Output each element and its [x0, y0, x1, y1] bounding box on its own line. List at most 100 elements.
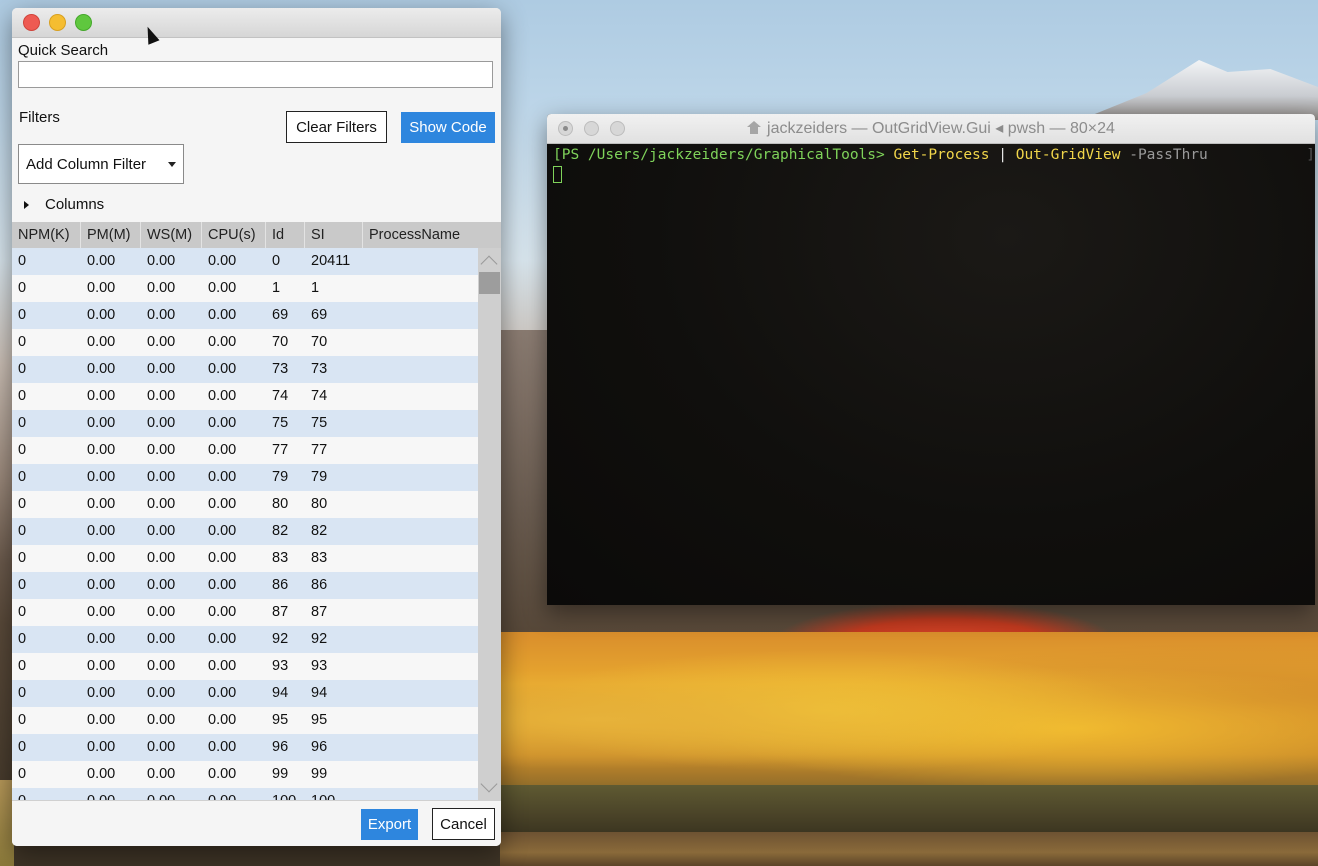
cell-id: 74 — [272, 388, 289, 404]
cell-processname — [363, 248, 478, 275]
table-row[interactable]: 0 0.00 0.00 0.00 86 86 — [12, 572, 478, 599]
scrollbar-thumb[interactable] — [479, 272, 500, 294]
cell-si: 70 — [311, 334, 328, 350]
cell-processname — [363, 302, 478, 329]
cell-id: 96 — [272, 739, 289, 755]
show-code-button[interactable]: Show Code — [401, 112, 495, 143]
cell-pm: 0.00 — [87, 307, 116, 323]
export-button[interactable]: Export — [361, 809, 418, 840]
table-row[interactable]: 0 0.00 0.00 0.00 82 82 — [12, 518, 478, 545]
prompt-line: [PS /Users/jackzeiders/GraphicalTools> G… — [553, 147, 1208, 163]
cell-npm: 0 — [18, 253, 27, 269]
cell-npm: 0 — [18, 685, 27, 701]
column-header-id[interactable]: Id — [266, 222, 305, 248]
grid-scrollbar[interactable] — [478, 248, 501, 800]
columns-expander-label[interactable]: Columns — [45, 196, 104, 213]
cancel-button[interactable]: Cancel — [432, 808, 495, 840]
clear-filters-button[interactable]: Clear Filters — [286, 111, 387, 143]
column-header-si[interactable]: SI — [305, 222, 363, 248]
cell-processname — [363, 491, 478, 518]
cell-npm: 0 — [18, 307, 27, 323]
table-row[interactable]: 0 0.00 0.00 0.00 75 75 — [12, 410, 478, 437]
table-row[interactable]: 0 0.00 0.00 0.00 93 93 — [12, 653, 478, 680]
table-row[interactable]: 0 0.00 0.00 0.00 83 83 — [12, 545, 478, 572]
table-row[interactable]: 0 0.00 0.00 0.00 73 73 — [12, 356, 478, 383]
cell-processname — [363, 599, 478, 626]
cell-processname — [363, 383, 478, 410]
scroll-down-icon[interactable] — [480, 775, 498, 793]
cell-si: 1 — [311, 280, 320, 296]
cell-ws: 0.00 — [147, 280, 176, 296]
cell-cpu: 0.00 — [208, 712, 237, 728]
cell-si: 69 — [311, 307, 328, 323]
table-row[interactable]: 0 0.00 0.00 0.00 70 70 — [12, 329, 478, 356]
cell-si: 80 — [311, 496, 328, 512]
cell-cpu: 0.00 — [208, 307, 237, 323]
table-row[interactable]: 0 0.00 0.00 0.00 96 96 — [12, 734, 478, 761]
pipe-operator: | — [998, 147, 1007, 163]
quick-search-input[interactable] — [18, 61, 493, 88]
cell-pm: 0.00 — [87, 631, 116, 647]
cell-pm: 0.00 — [81, 788, 141, 800]
cell-pm: 0.00 — [87, 442, 116, 458]
cell-pm: 0.00 — [87, 550, 116, 566]
maximize-window-button[interactable] — [75, 14, 92, 31]
cell-id: 79 — [272, 469, 289, 485]
table-row[interactable]: 0 0.00 0.00 0.00 92 92 — [12, 626, 478, 653]
terminal-titlebar[interactable]: jackzeiders — OutGridView.Gui ◂ pwsh — 8… — [547, 114, 1315, 144]
table-row[interactable]: 0 0.00 0.00 0.00 0 20411 — [12, 248, 478, 275]
cell-cpu: 0.00 — [208, 604, 237, 620]
table-row[interactable]: 0 0.00 0.00 0.00 69 69 — [12, 302, 478, 329]
cell-pm: 0.00 — [87, 388, 116, 404]
column-header-pm[interactable]: PM(M) — [81, 222, 141, 248]
out-gridview-window: Quick Search Filters Clear Filters Show … — [12, 8, 501, 846]
table-row[interactable]: 0 0.00 0.00 0.00 74 74 — [12, 383, 478, 410]
scroll-up-icon[interactable] — [480, 255, 498, 273]
cell-ws: 0.00 — [147, 388, 176, 404]
terminal-cursor — [553, 166, 562, 183]
filters-label: Filters — [19, 109, 60, 126]
cell-si: 93 — [311, 658, 328, 674]
cell-id: 69 — [272, 307, 289, 323]
close-window-button[interactable] — [23, 14, 40, 31]
column-header-ws[interactable]: WS(M) — [141, 222, 202, 248]
cell-ws: 0.00 — [147, 307, 176, 323]
cell-cpu: 0.00 — [208, 280, 237, 296]
cell-processname — [363, 518, 478, 545]
cell-processname — [363, 437, 478, 464]
table-row[interactable]: 0 0.00 0.00 0.00 87 87 — [12, 599, 478, 626]
cell-processname — [363, 545, 478, 572]
cell-pm: 0.00 — [87, 523, 116, 539]
cell-id: 87 — [272, 604, 289, 620]
table-row[interactable]: 0 0.00 0.00 0.00 77 77 — [12, 437, 478, 464]
cell-si: 79 — [311, 469, 328, 485]
prompt-path: PS /Users/jackzeiders/GraphicalTools> — [561, 147, 885, 163]
command-get-process: Get-Process — [893, 147, 990, 163]
column-header-processname[interactable]: ProcessName — [363, 222, 501, 248]
column-header-npm[interactable]: NPM(K) — [12, 222, 81, 248]
disclosure-triangle-icon[interactable] — [24, 201, 29, 209]
table-row[interactable]: 0 0.00 0.00 0.00 94 94 — [12, 680, 478, 707]
cell-npm: 0 — [12, 788, 81, 800]
table-row[interactable]: 0 0.00 0.00 0.00 79 79 — [12, 464, 478, 491]
cell-ws: 0.00 — [147, 253, 176, 269]
cell-id: 77 — [272, 442, 289, 458]
cell-pm: 0.00 — [87, 766, 116, 782]
column-header-cpu[interactable]: CPU(s) — [202, 222, 266, 248]
table-row[interactable]: 0 0.00 0.00 0.00 99 99 — [12, 761, 478, 788]
cell-npm: 0 — [18, 577, 27, 593]
table-row[interactable]: 00.000.000.00100100 — [12, 788, 478, 800]
grid-body: 0 0.00 0.00 0.00 0 20411 0 0.00 0.00 0.00 1 1 0 0.00 0… — [12, 248, 478, 800]
cell-si: 83 — [311, 550, 328, 566]
table-row[interactable]: 0 0.00 0.00 0.00 80 80 — [12, 491, 478, 518]
terminal-content[interactable]: [PS /Users/jackzeiders/GraphicalTools> G… — [547, 144, 1315, 605]
terminal-title-text: jackzeiders — OutGridView.Gui ◂ pwsh — 8… — [767, 120, 1115, 137]
cell-npm: 0 — [18, 766, 27, 782]
window-titlebar[interactable] — [12, 8, 501, 38]
cell-id: 82 — [272, 523, 289, 539]
table-row[interactable]: 0 0.00 0.00 0.00 95 95 — [12, 707, 478, 734]
add-column-filter-dropdown[interactable]: Add Column Filter — [18, 144, 184, 184]
minimize-window-button[interactable] — [49, 14, 66, 31]
table-row[interactable]: 0 0.00 0.00 0.00 1 1 — [12, 275, 478, 302]
home-icon — [747, 121, 762, 134]
